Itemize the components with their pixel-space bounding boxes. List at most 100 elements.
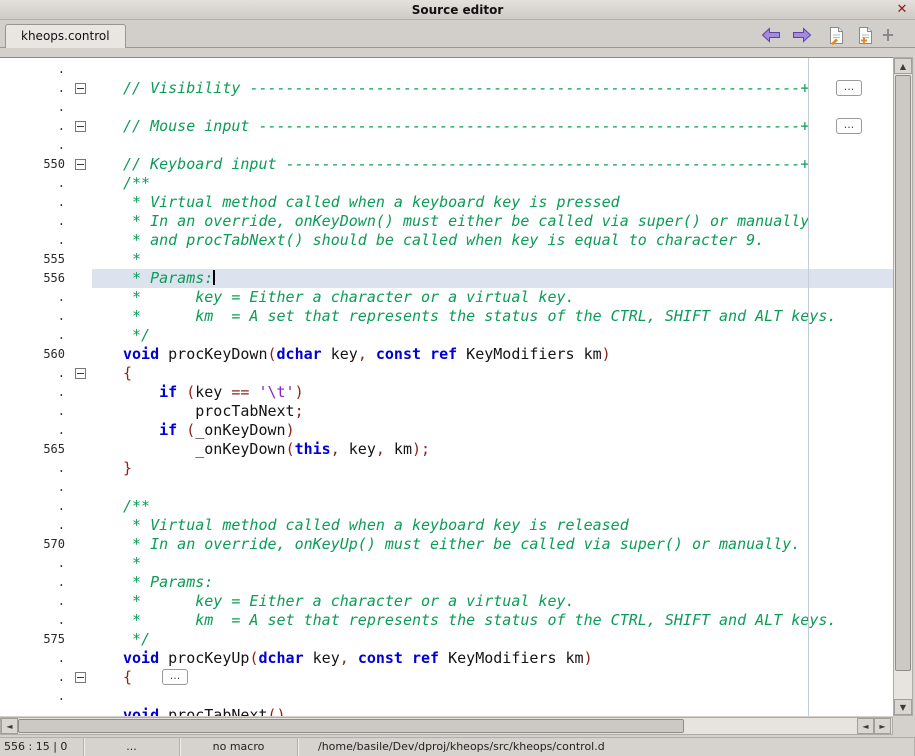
code-line[interactable]: ./** bbox=[0, 497, 893, 516]
code-line[interactable]: . * key = Either a character or a virtua… bbox=[0, 288, 893, 307]
code-text: void procKeyDown(dchar key, const ref Ke… bbox=[92, 345, 893, 364]
code-line[interactable]: .// Visibility -------------------------… bbox=[0, 79, 893, 98]
token-id bbox=[403, 649, 412, 667]
fold-column bbox=[70, 136, 92, 155]
token-kw: void bbox=[123, 706, 159, 716]
code-line[interactable]: 560void procKeyDown(dchar key, const ref… bbox=[0, 345, 893, 364]
fold-column bbox=[70, 345, 92, 364]
token-cm: // Keyboard input bbox=[123, 155, 286, 173]
line-dot: . bbox=[0, 364, 70, 383]
token-cm: * km = A set that represents the status … bbox=[123, 611, 836, 629]
code-line[interactable]: . bbox=[0, 98, 893, 117]
horizontal-scrollbar[interactable]: ◄ ◄ ► bbox=[0, 717, 893, 735]
code-line[interactable]: . * km = A set that represents the statu… bbox=[0, 611, 893, 630]
vertical-scrollbar[interactable]: ▲ ▼ bbox=[893, 57, 913, 716]
code-text bbox=[92, 687, 893, 706]
token-id bbox=[177, 383, 186, 401]
token-cm: * km = A set that represents the status … bbox=[123, 307, 836, 325]
code-line[interactable]: . if (key == '\t') bbox=[0, 383, 893, 402]
fold-collapse-box[interactable] bbox=[75, 83, 86, 94]
code-line[interactable]: . * In an override, onKeyDown() must eit… bbox=[0, 212, 893, 231]
code-line[interactable]: . * Params: bbox=[0, 573, 893, 592]
code-line[interactable]: . bbox=[0, 136, 893, 155]
token-cm: * key = Either a character or a virtual … bbox=[123, 288, 575, 306]
folded-code-ellipsis[interactable]: ... bbox=[836, 80, 862, 96]
scroll-left-button[interactable]: ◄ bbox=[1, 718, 18, 734]
code-line[interactable]: 550// Keyboard input -------------------… bbox=[0, 155, 893, 174]
token-id: _onKeyDown bbox=[123, 440, 286, 458]
token-id: KeyModifiers km bbox=[457, 345, 602, 363]
code-line[interactable]: . * km = A set that represents the statu… bbox=[0, 307, 893, 326]
status-macro: no macro bbox=[180, 738, 298, 756]
token-cm: * In an override, onKeyDown() must eithe… bbox=[123, 212, 809, 230]
code-text: // Visibility --------------------------… bbox=[92, 79, 893, 98]
detach-editor-button[interactable] bbox=[879, 24, 897, 46]
fold-collapse-box[interactable] bbox=[75, 121, 86, 132]
save-document-button[interactable] bbox=[824, 24, 848, 46]
code-line[interactable]: 570 * In an override, onKeyUp() must eit… bbox=[0, 535, 893, 554]
token-kw: if bbox=[159, 421, 177, 439]
code-line[interactable]: . bbox=[0, 478, 893, 497]
code-line[interactable]: .// Mouse input ------------------------… bbox=[0, 117, 893, 136]
code-line[interactable]: . */ bbox=[0, 326, 893, 345]
go-forward-button[interactable] bbox=[790, 24, 814, 46]
code-line[interactable]: .} bbox=[0, 459, 893, 478]
code-line[interactable]: 575 */ bbox=[0, 630, 893, 649]
token-cm: */ bbox=[123, 630, 150, 648]
scroll-right-button[interactable]: ► bbox=[874, 718, 891, 734]
code-line[interactable]: ./** bbox=[0, 174, 893, 193]
tab-kheops-control[interactable]: kheops.control bbox=[5, 24, 126, 48]
go-back-button[interactable] bbox=[759, 24, 783, 46]
scroll-up-button[interactable]: ▲ bbox=[894, 58, 912, 74]
horizontal-scroll-thumb[interactable] bbox=[18, 719, 684, 733]
folded-code-ellipsis[interactable]: ... bbox=[836, 118, 862, 134]
code-text: /** bbox=[92, 497, 893, 516]
token-id: key bbox=[322, 345, 358, 363]
code-line[interactable]: . procTabNext; bbox=[0, 402, 893, 421]
code-line[interactable]: . * and procTabNext() should be called w… bbox=[0, 231, 893, 250]
scroll-down-button[interactable]: ▼ bbox=[894, 699, 912, 715]
code-line[interactable]: .void procKeyUp(dchar key, const ref Key… bbox=[0, 649, 893, 668]
fold-column bbox=[70, 516, 92, 535]
code-line[interactable]: .{ bbox=[0, 364, 893, 383]
fold-collapse-box[interactable] bbox=[75, 672, 86, 683]
code-line[interactable]: 565 _onKeyDown(this, key, km); bbox=[0, 440, 893, 459]
code-line[interactable]: . bbox=[0, 60, 893, 79]
code-text bbox=[92, 478, 893, 497]
line-dot: . bbox=[0, 573, 70, 592]
code-line[interactable]: .{... bbox=[0, 668, 893, 687]
code-line[interactable]: . if (_onKeyDown) bbox=[0, 421, 893, 440]
fold-collapse-box[interactable] bbox=[75, 368, 86, 379]
fold-column bbox=[70, 649, 92, 668]
code-line[interactable]: . * key = Either a character or a virtua… bbox=[0, 592, 893, 611]
token-sym: { bbox=[123, 364, 132, 382]
code-line[interactable]: . * Virtual method called when a keyboar… bbox=[0, 193, 893, 212]
line-dot: . bbox=[0, 668, 70, 687]
code-line[interactable]: 555 * bbox=[0, 250, 893, 269]
code-line[interactable]: . * bbox=[0, 554, 893, 573]
token-id: key bbox=[195, 383, 231, 401]
code-text: * bbox=[92, 250, 893, 269]
code-text: // Keyboard input ----------------------… bbox=[92, 155, 893, 174]
fold-column bbox=[70, 459, 92, 478]
line-dot: . bbox=[0, 554, 70, 573]
folded-code-ellipsis[interactable]: ... bbox=[162, 669, 188, 685]
forward-arrow-icon bbox=[792, 27, 812, 43]
window-title: Source editor bbox=[412, 3, 504, 17]
vertical-scroll-thumb[interactable] bbox=[895, 75, 911, 671]
line-dot: . bbox=[0, 459, 70, 478]
fold-column bbox=[70, 535, 92, 554]
save-document-as-button[interactable] bbox=[853, 24, 877, 46]
fold-column bbox=[70, 611, 92, 630]
code-line[interactable]: . bbox=[0, 687, 893, 706]
close-button[interactable]: ✕ bbox=[894, 2, 910, 18]
token-id: procTabNext bbox=[159, 706, 267, 716]
scroll-left-button-2[interactable]: ◄ bbox=[857, 718, 874, 734]
code-line[interactable]: . * Virtual method called when a keyboar… bbox=[0, 516, 893, 535]
titlebar[interactable]: Source editor ✕ bbox=[0, 0, 915, 20]
code-line[interactable]: 556 * Params: bbox=[0, 269, 893, 288]
code-viewport[interactable]: ..// Visibility ------------------------… bbox=[0, 57, 893, 716]
line-dot: . bbox=[0, 516, 70, 535]
fold-collapse-box[interactable] bbox=[75, 159, 86, 170]
code-line[interactable]: .void procTabNext() bbox=[0, 706, 893, 716]
